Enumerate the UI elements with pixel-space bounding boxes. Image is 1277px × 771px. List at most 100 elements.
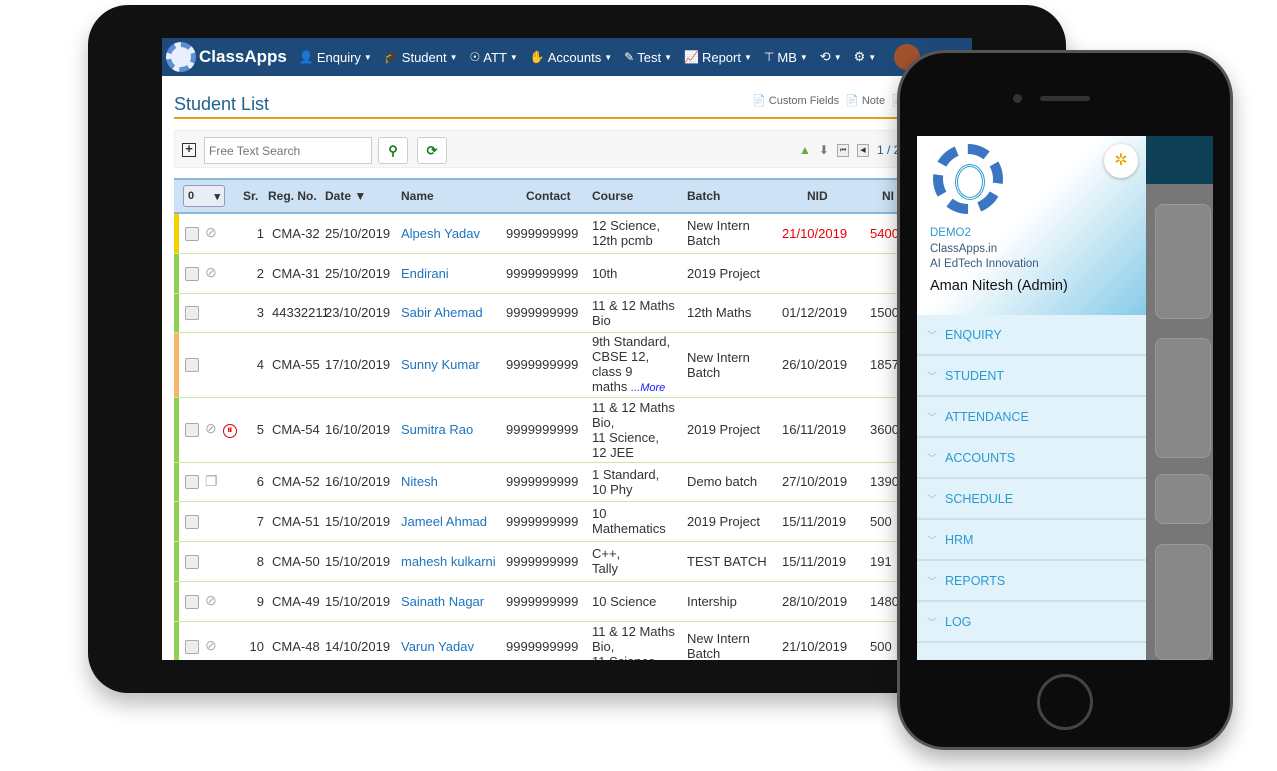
- cell-sr: 2: [243, 253, 268, 294]
- brand-logo[interactable]: ClassApps: [166, 42, 287, 72]
- row-checkbox[interactable]: [185, 266, 199, 281]
- cell-sr: 5: [243, 397, 268, 463]
- drawer-item-reports[interactable]: ﹀ REPORTS: [917, 561, 1146, 602]
- cell-sr: 10: [243, 621, 268, 660]
- expand-icon[interactable]: +: [182, 142, 196, 157]
- drawer-item-schedule[interactable]: ﹀ SCHEDULE: [917, 479, 1146, 520]
- table-row[interactable]: 8 CMA-50 15/10/2019 mahesh kulkarni 9999…: [174, 541, 964, 582]
- custom-fields-link[interactable]: 📄 Custom Fields: [752, 94, 839, 107]
- row-checkbox[interactable]: [185, 594, 199, 609]
- row-checkbox[interactable]: [185, 514, 199, 529]
- copy-icon[interactable]: ❐: [205, 473, 218, 489]
- ban-icon[interactable]: ⊘: [205, 637, 217, 653]
- org-code: DEMO2: [930, 227, 971, 239]
- col-batch[interactable]: Batch: [687, 178, 782, 214]
- cell-course: C++, Tally: [592, 541, 687, 582]
- cell-nid: 16/11/2019: [782, 397, 862, 463]
- settings-menu[interactable]: ⚙ ▼: [854, 49, 877, 65]
- phone-speaker: [1040, 96, 1090, 101]
- col-nid[interactable]: NID: [782, 178, 862, 214]
- search-button[interactable]: ⚲: [378, 137, 408, 164]
- student-name-link[interactable]: Sumitra Rao: [401, 422, 473, 437]
- nav-mb[interactable]: ⊤ MB ▼: [764, 50, 808, 65]
- nav-test[interactable]: ✎ Test ▼: [624, 50, 672, 65]
- student-name-link[interactable]: Jameel Ahmad: [401, 514, 487, 529]
- drawer-item-accounts[interactable]: ﹀ ACCOUNTS: [917, 438, 1146, 479]
- table-row[interactable]: ⊘ ⏸ 5 CMA-54 16/10/2019 Sumitra Rao 99999…: [174, 397, 964, 463]
- ban-icon[interactable]: ⊘: [205, 592, 217, 608]
- table-row[interactable]: ⊘ 10 CMA-48 14/10/2019 Varun Yadav 99999…: [174, 621, 964, 660]
- cell-date: 23/10/2019: [325, 293, 401, 333]
- caret-down-icon: ▼: [604, 52, 613, 62]
- nav-att[interactable]: ☉ ATT ▼: [470, 50, 518, 65]
- cell-sr: 8: [243, 541, 268, 582]
- cell-date: 25/10/2019: [325, 253, 401, 294]
- row-checkbox[interactable]: [185, 358, 199, 373]
- ban-icon[interactable]: ⊘: [205, 264, 217, 280]
- table-row[interactable]: 3 44332211 23/10/2019 Sabir Ahemad 99999…: [174, 293, 964, 333]
- nav-enquiry[interactable]: 👤 Enquiry ▼: [299, 50, 372, 65]
- cell-nid: 15/11/2019: [782, 501, 862, 542]
- drawer-item-log[interactable]: ﹀ LOG: [917, 602, 1146, 643]
- pencil-icon: ✎: [624, 50, 635, 64]
- select-dropdown[interactable]: 0 ▾: [183, 185, 225, 207]
- import-icon[interactable]: ▲: [799, 143, 811, 157]
- download-icon[interactable]: ⬇: [819, 143, 829, 157]
- cell-date: 15/10/2019: [325, 501, 401, 542]
- drawer-item-hrm[interactable]: ﹀ HRM: [917, 520, 1146, 561]
- dimmed-card: [1155, 544, 1211, 660]
- col-name[interactable]: Name: [401, 178, 506, 214]
- col-course[interactable]: Course: [592, 178, 687, 214]
- table-row[interactable]: 7 CMA-51 15/10/2019 Jameel Ahmad 9999999…: [174, 501, 964, 542]
- student-name-link[interactable]: Varun Yadav: [401, 639, 474, 654]
- table-row[interactable]: 4 CMA-55 17/10/2019 Sunny Kumar 99999999…: [174, 332, 964, 398]
- nav-student[interactable]: 🎓 Student ▼: [384, 50, 458, 65]
- cell-reg: CMA-32: [268, 213, 325, 254]
- col-contact[interactable]: Contact: [506, 178, 592, 214]
- cell-nid: 26/10/2019: [782, 332, 862, 398]
- table-row[interactable]: ❐ 6 CMA-52 16/10/2019 Nitesh 9999999999 …: [174, 462, 964, 502]
- drawer-item-enquiry[interactable]: ﹀ ENQUIRY: [917, 315, 1146, 356]
- search-input[interactable]: [204, 137, 372, 164]
- drawer-item-student[interactable]: ﹀ STUDENT: [917, 356, 1146, 397]
- student-name-link[interactable]: Sabir Ahemad: [401, 305, 483, 320]
- row-checkbox[interactable]: [185, 554, 199, 569]
- network-icon[interactable]: ✲: [1104, 144, 1138, 178]
- more-link[interactable]: ...More: [631, 382, 665, 394]
- phone-camera: [1013, 94, 1022, 103]
- col-date[interactable]: Date ▼: [325, 178, 401, 214]
- nav-report[interactable]: 📈 Report ▼: [684, 50, 752, 65]
- ban-icon[interactable]: ⊘: [205, 420, 217, 436]
- sort-desc-icon: ▼: [354, 189, 367, 203]
- dimmed-card: [1155, 474, 1211, 524]
- student-name-link[interactable]: Sunny Kumar: [401, 357, 480, 372]
- student-name-link[interactable]: Alpesh Yadav: [401, 226, 480, 241]
- row-checkbox[interactable]: [185, 639, 199, 654]
- row-checkbox[interactable]: [185, 306, 199, 321]
- history-menu[interactable]: ⟲ ▼: [820, 49, 842, 65]
- ban-icon[interactable]: ⊘: [205, 224, 217, 240]
- refresh-button[interactable]: ⟳: [417, 137, 447, 164]
- chevron-down-icon: ﹀: [927, 454, 937, 465]
- drawer-item-attendance[interactable]: ﹀ ATTENDANCE: [917, 397, 1146, 438]
- student-name-link[interactable]: Nitesh: [401, 474, 438, 489]
- row-checkbox[interactable]: [185, 422, 199, 437]
- col-reg[interactable]: Reg. No.: [268, 178, 325, 214]
- cell-course: 11 & 12 Maths Bio, 11 Science, 12 JEE: [592, 397, 687, 463]
- pause-icon[interactable]: ⏸: [222, 424, 237, 438]
- home-button[interactable]: [1037, 674, 1093, 730]
- table-row[interactable]: ⊘ 2 CMA-31 25/10/2019 Endirani 999999999…: [174, 253, 964, 294]
- student-name-link[interactable]: Sainath Nagar: [401, 594, 484, 609]
- table-row[interactable]: ⊘ 9 CMA-49 15/10/2019 Sainath Nagar 9999…: [174, 581, 964, 622]
- table-row[interactable]: ⊘ 1 CMA-32 25/10/2019 Alpesh Yadav 99999…: [174, 213, 964, 254]
- student-name-link[interactable]: Endirani: [401, 266, 449, 281]
- row-checkbox[interactable]: [185, 475, 199, 490]
- cell-date: 25/10/2019: [325, 213, 401, 254]
- prev-page-button[interactable]: ◀: [856, 143, 869, 157]
- row-checkbox[interactable]: [185, 227, 199, 242]
- nav-accounts[interactable]: ✋ Accounts ▼: [530, 50, 612, 65]
- note-link[interactable]: 📄 Note: [845, 94, 885, 107]
- student-name-link[interactable]: mahesh kulkarni: [401, 554, 496, 569]
- col-sr[interactable]: Sr.: [243, 178, 268, 214]
- first-page-button[interactable]: ⏮: [836, 143, 849, 157]
